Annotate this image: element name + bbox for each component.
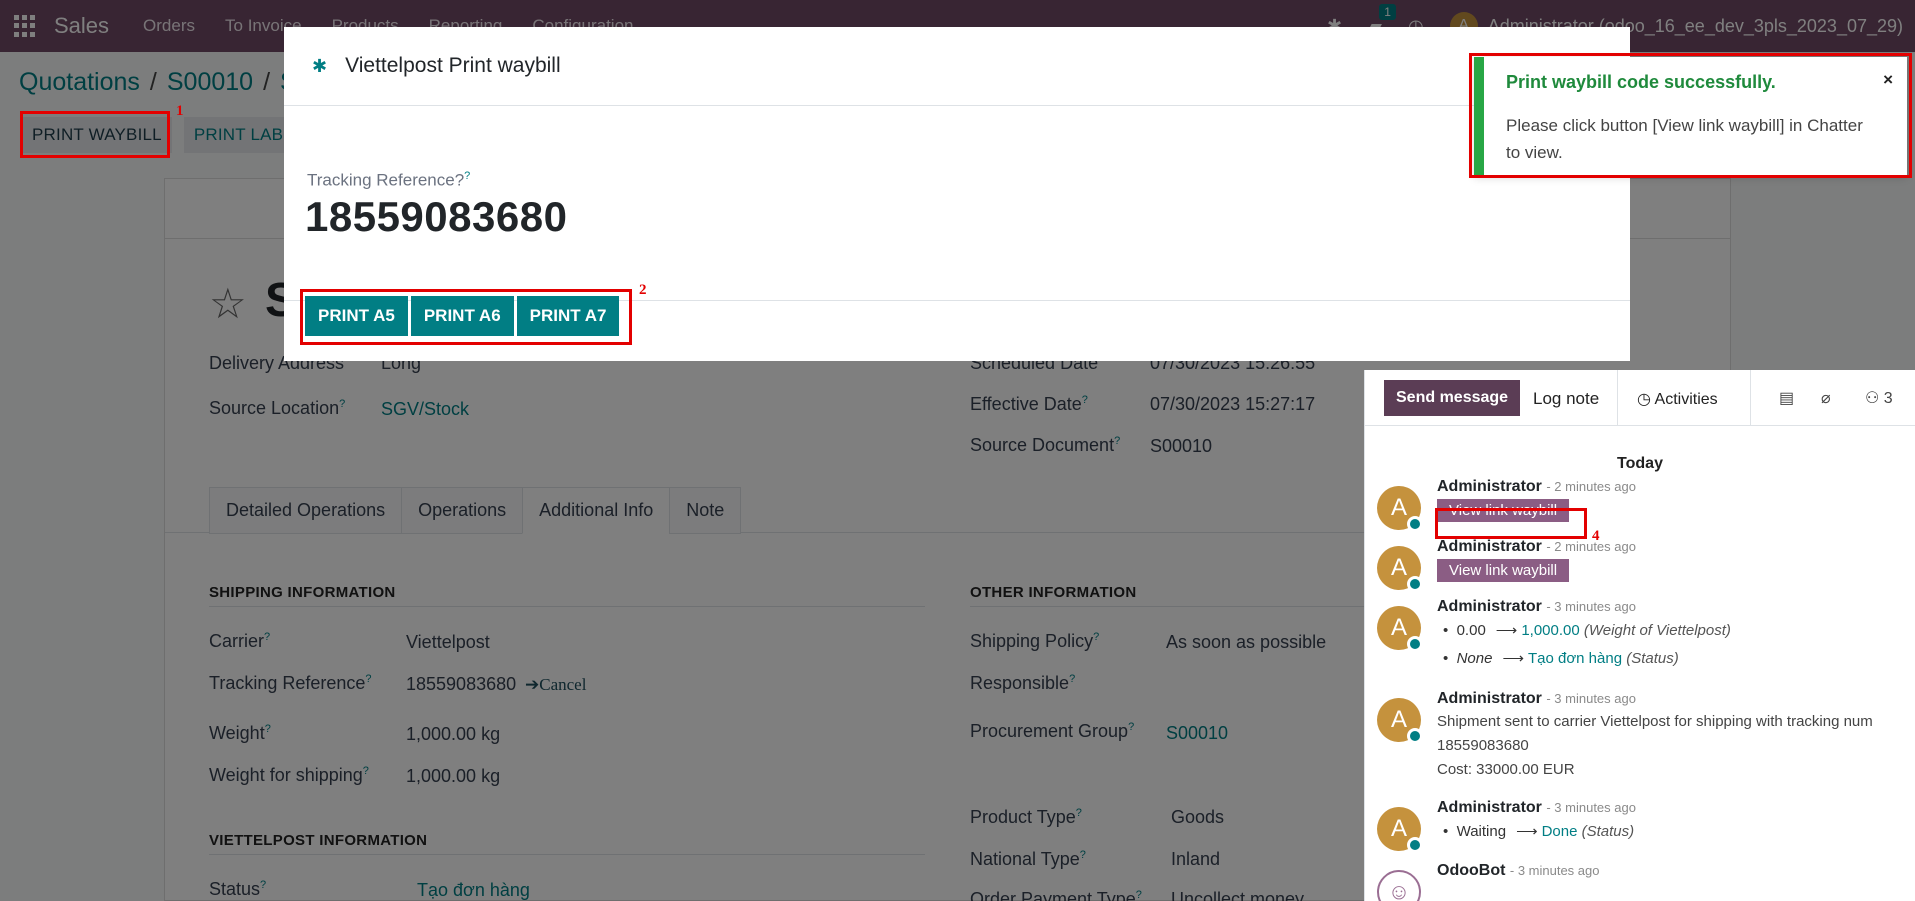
- dialog-title: Viettelpost Print waybill: [345, 54, 561, 77]
- tracking-reference-label: Tracking Reference??: [307, 170, 471, 190]
- message-body-line: 18559083680: [1437, 737, 1529, 754]
- annotation-number-4: 4: [1592, 528, 1600, 544]
- view-link-waybill-button[interactable]: View link waybill: [1437, 559, 1570, 582]
- author-avatar[interactable]: A: [1377, 606, 1423, 652]
- chatter-panel: Send message Log note ◷ Activities ▤ ⌀ ⚇…: [1364, 370, 1915, 901]
- author-avatar[interactable]: A: [1377, 546, 1423, 592]
- message-author: Administrator - 2 minutes ago: [1437, 478, 1636, 495]
- author-avatar[interactable]: A: [1377, 698, 1423, 744]
- date-separator: Today: [1617, 455, 1663, 472]
- message-author: Administrator - 3 minutes ago: [1437, 799, 1636, 816]
- followers-button[interactable]: ⚇ 3: [1865, 388, 1893, 408]
- activities-button[interactable]: ◷ Activities: [1637, 389, 1718, 409]
- dialog-header: ✱ Viettelpost Print waybill: [284, 27, 1630, 106]
- search-messages-icon[interactable]: ▤: [1779, 388, 1794, 408]
- tracking-change: • Waiting ⟶ Done (Status): [1443, 823, 1635, 840]
- tracking-change: • None ⟶ Tạo đơn hàng (Status): [1443, 650, 1679, 667]
- annotation-box-2: [300, 289, 632, 345]
- chatter-topbar: Send message Log note ◷ Activities ▤ ⌀ ⚇…: [1365, 370, 1915, 426]
- annotation-number-2: 2: [639, 282, 647, 298]
- message-author: OdooBot - 3 minutes ago: [1437, 862, 1600, 879]
- message-body-line: Shipment sent to carrier Viettelpost for…: [1437, 713, 1873, 730]
- paperclip-icon[interactable]: ⌀: [1821, 388, 1831, 408]
- tracking-reference-value: 18559083680: [305, 193, 568, 240]
- annotation-box-3: [1469, 53, 1912, 178]
- message-author: Administrator - 2 minutes ago: [1437, 538, 1636, 555]
- author-avatar[interactable]: A: [1377, 807, 1423, 853]
- annotation-box-1: [20, 111, 170, 158]
- dialog-body: Tracking Reference?? 18559083680: [284, 107, 1630, 301]
- debug-bug-icon[interactable]: ✱: [312, 56, 327, 77]
- author-avatar[interactable]: A: [1377, 486, 1423, 532]
- log-note-button[interactable]: Log note: [1533, 389, 1599, 409]
- message-body-line: Cost: 33000.00 EUR: [1437, 761, 1575, 778]
- odoobot-avatar[interactable]: ☺: [1377, 870, 1421, 901]
- send-message-button[interactable]: Send message: [1384, 380, 1521, 416]
- annotation-number-1: 1: [176, 103, 184, 119]
- annotation-box-4: [1435, 508, 1587, 539]
- tracking-change: • 0.00 ⟶ 1,000.00 (Weight of Viettelpost): [1443, 622, 1731, 639]
- message-author: Administrator - 3 minutes ago: [1437, 690, 1636, 707]
- message-author: Administrator - 3 minutes ago: [1437, 598, 1636, 615]
